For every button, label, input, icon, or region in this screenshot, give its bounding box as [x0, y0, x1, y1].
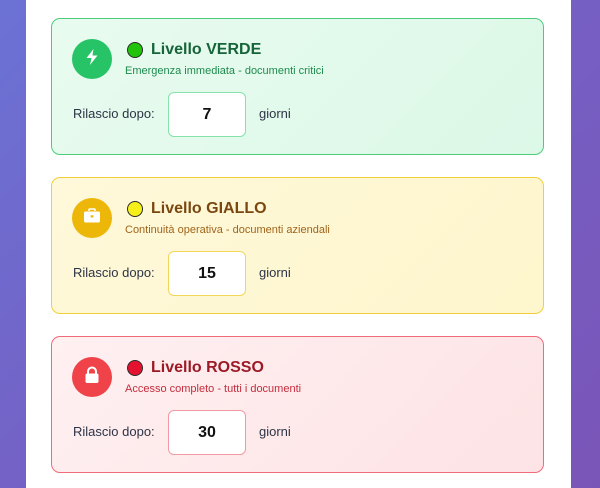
release-days-input-green[interactable] [168, 92, 246, 137]
level-title: Livello ROSSO [151, 359, 264, 376]
lightning-bolt-icon [84, 48, 100, 71]
level-title: Livello VERDE [151, 41, 262, 58]
level-description: Accesso completo - tutti i documenti [125, 383, 302, 395]
days-unit-label: giorni [259, 106, 291, 121]
status-dot-red [127, 360, 143, 376]
days-unit-label: giorni [259, 265, 291, 280]
days-unit-label: giorni [259, 424, 291, 439]
briefcase-icon [83, 207, 101, 229]
status-dot-yellow [127, 201, 143, 217]
level-badge-yellow [72, 198, 112, 238]
level-card-green: Livello VERDE Emergenza immediata - docu… [51, 18, 544, 155]
level-description: Continuità operativa - documenti azienda… [125, 224, 330, 236]
level-badge-green [72, 39, 112, 79]
level-title: Livello GIALLO [151, 200, 267, 217]
release-days-input-red[interactable] [168, 410, 246, 455]
padlock-icon [84, 365, 100, 389]
level-description: Emergenza immediata - documenti critici [125, 65, 324, 77]
release-days-input-yellow[interactable] [168, 251, 246, 296]
release-after-label: Rilascio dopo: [73, 424, 155, 439]
level-card-red: Livello ROSSO Accesso completo - tutti i… [51, 336, 544, 473]
settings-panel: Livello VERDE Emergenza immediata - docu… [26, 0, 571, 488]
level-card-yellow: Livello GIALLO Continuità operativa - do… [51, 177, 544, 314]
status-dot-green [127, 42, 143, 58]
release-after-label: Rilascio dopo: [73, 265, 155, 280]
level-badge-red [72, 357, 112, 397]
release-after-label: Rilascio dopo: [73, 106, 155, 121]
